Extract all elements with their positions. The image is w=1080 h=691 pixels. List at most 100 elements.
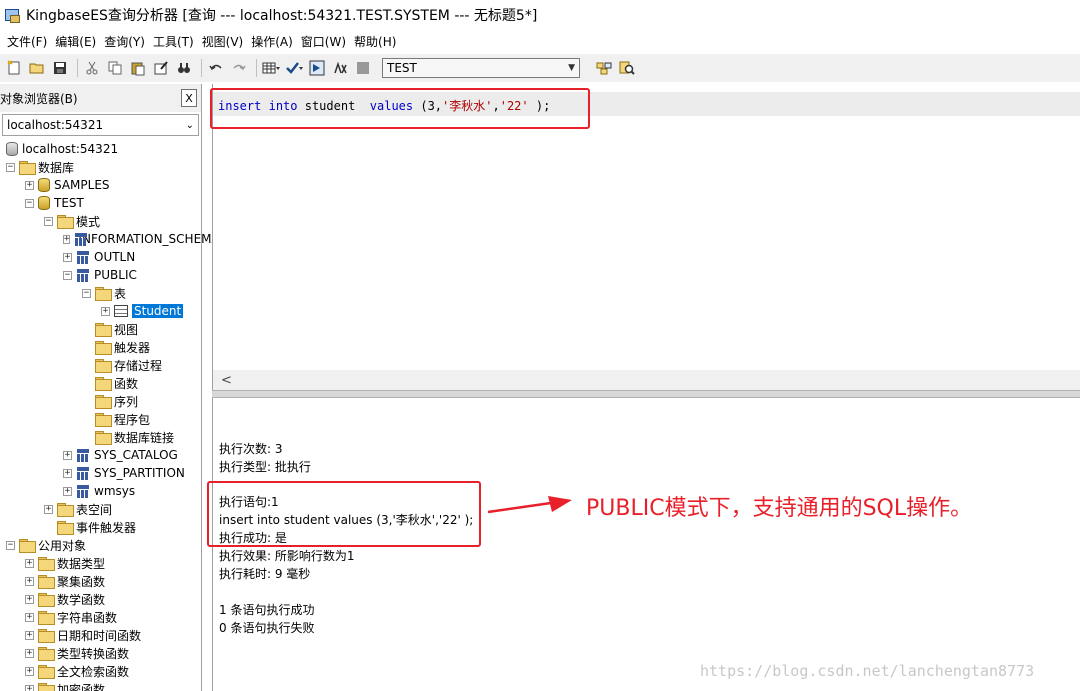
tree-item[interactable]: + 数学函数 bbox=[0, 590, 201, 608]
menu-action[interactable]: 操作(A) bbox=[247, 33, 297, 50]
tree-item[interactable]: + 日期和时间函数 bbox=[0, 626, 201, 644]
tree-item-label: 触发器 bbox=[114, 340, 151, 355]
schema-icon bbox=[76, 268, 90, 282]
menu-tools[interactable]: 工具(T) bbox=[149, 33, 198, 50]
check-icon[interactable] bbox=[284, 58, 304, 78]
tree-item[interactable]: 事件触发器 bbox=[0, 518, 201, 536]
tree-item[interactable]: 函数 bbox=[0, 374, 201, 392]
open-folder-icon[interactable] bbox=[27, 58, 47, 78]
tree-item[interactable]: 序列 bbox=[0, 392, 201, 410]
menu-file[interactable]: 文件(F) bbox=[3, 33, 51, 50]
editor-horizontal-scrollbar[interactable]: < bbox=[213, 370, 1080, 390]
menu-bar: 文件(F) 编辑(E) 查询(Y) 工具(T) 视图(V) 操作(A) 窗口(W… bbox=[0, 30, 1080, 52]
copy-icon[interactable] bbox=[105, 58, 125, 78]
redo-icon[interactable] bbox=[229, 58, 249, 78]
undo-icon[interactable] bbox=[206, 58, 226, 78]
menu-view[interactable]: 视图(V) bbox=[198, 33, 248, 50]
expand-icon[interactable]: + bbox=[25, 684, 34, 691]
tree-item[interactable]: + INFORMATION_SCHEMA bbox=[0, 230, 220, 248]
watermark: https://blog.csdn.net/lanchengtan8773 bbox=[700, 662, 1035, 680]
tree-item[interactable]: + 全文检索函数 bbox=[0, 662, 201, 680]
collapse-icon[interactable]: − bbox=[63, 270, 72, 280]
expand-icon[interactable]: + bbox=[25, 612, 34, 622]
execute-icon[interactable] bbox=[307, 58, 327, 78]
database-select[interactable]: TEST ▼ bbox=[382, 58, 580, 78]
expand-icon[interactable]: + bbox=[44, 504, 53, 514]
expand-icon[interactable]: + bbox=[63, 450, 72, 460]
collapse-icon[interactable]: − bbox=[25, 198, 34, 208]
tree-item[interactable]: 程序包 bbox=[0, 410, 201, 428]
scroll-left-icon[interactable]: < bbox=[221, 373, 232, 388]
paste-icon[interactable] bbox=[128, 58, 148, 78]
menu-query[interactable]: 查询(Y) bbox=[100, 33, 149, 50]
expand-icon[interactable]: + bbox=[25, 180, 34, 190]
tree-item[interactable]: − TEST bbox=[0, 194, 201, 212]
database-select-value: TEST bbox=[387, 61, 417, 75]
tree-item[interactable]: − 数据库 bbox=[0, 158, 201, 176]
find-icon[interactable] bbox=[174, 58, 194, 78]
pane-splitter[interactable] bbox=[212, 390, 1080, 398]
collapse-icon[interactable]: − bbox=[82, 288, 91, 298]
tree-item[interactable]: + 字符串函数 bbox=[0, 608, 201, 626]
tree-item[interactable]: + SYS_CATALOG bbox=[0, 446, 201, 464]
tree-item[interactable]: − 模式 bbox=[0, 212, 201, 230]
result-line: 1 条语句执行成功 bbox=[219, 603, 315, 617]
new-file-icon[interactable] bbox=[4, 58, 24, 78]
menu-edit[interactable]: 编辑(E) bbox=[51, 33, 100, 50]
toolbar-separator bbox=[256, 59, 257, 77]
folder-icon bbox=[95, 413, 112, 427]
tree-item[interactable]: + 聚集函数 bbox=[0, 572, 201, 590]
server-select[interactable]: localhost:54321 ⌄ bbox=[2, 114, 199, 136]
tree-item[interactable]: + OUTLN bbox=[0, 248, 201, 266]
stop-icon[interactable] bbox=[353, 58, 373, 78]
expand-icon[interactable]: + bbox=[25, 648, 34, 658]
expand-icon[interactable]: + bbox=[101, 306, 110, 316]
tree-item[interactable]: 存储过程 bbox=[0, 356, 201, 374]
tree-item[interactable]: − 公用对象 bbox=[0, 536, 201, 554]
expand-icon[interactable]: + bbox=[63, 486, 72, 496]
expand-icon[interactable]: + bbox=[25, 558, 34, 568]
object-browser-icon[interactable] bbox=[594, 58, 614, 78]
tree-item-label: 数据库链接 bbox=[114, 430, 175, 445]
tree-item[interactable]: − 表 bbox=[0, 284, 201, 302]
menu-window[interactable]: 窗口(W) bbox=[297, 33, 350, 50]
expand-icon[interactable]: + bbox=[63, 234, 71, 244]
expand-icon[interactable]: + bbox=[25, 594, 34, 604]
menu-help[interactable]: 帮助(H) bbox=[350, 33, 400, 50]
explain-icon[interactable] bbox=[330, 58, 350, 78]
tree-item[interactable]: + SAMPLES bbox=[0, 176, 201, 194]
grid-icon[interactable] bbox=[261, 58, 281, 78]
expand-icon[interactable]: + bbox=[63, 468, 72, 478]
expand-icon[interactable]: + bbox=[25, 630, 34, 640]
sql-editor[interactable]: insert into student values (3,'李秋水','22'… bbox=[212, 84, 1080, 390]
tree-item[interactable]: − PUBLIC bbox=[0, 266, 201, 284]
tree-item[interactable]: + 加密函数 bbox=[0, 680, 201, 691]
collapse-icon[interactable]: − bbox=[44, 216, 53, 226]
tree-item[interactable]: + 数据类型 bbox=[0, 554, 201, 572]
tree-item[interactable]: + Student bbox=[0, 302, 201, 320]
collapse-icon[interactable]: − bbox=[6, 540, 15, 550]
edit-icon[interactable] bbox=[151, 58, 171, 78]
search-object-icon[interactable] bbox=[617, 58, 637, 78]
tree-item[interactable]: + 类型转换函数 bbox=[0, 644, 201, 662]
cut-icon[interactable] bbox=[82, 58, 102, 78]
tree-item[interactable]: + SYS_PARTITION bbox=[0, 464, 201, 482]
tree-item[interactable]: + wmsys bbox=[0, 482, 201, 500]
tree-item-label: 序列 bbox=[114, 394, 139, 409]
save-icon[interactable] bbox=[50, 58, 70, 78]
tree-item[interactable]: 触发器 bbox=[0, 338, 201, 356]
tree-item[interactable]: 视图 bbox=[0, 320, 201, 338]
expand-icon[interactable]: + bbox=[25, 666, 34, 676]
collapse-icon[interactable]: − bbox=[6, 162, 15, 172]
tree-item-label: 模式 bbox=[76, 214, 101, 229]
schema-icon bbox=[76, 466, 90, 480]
toolbar-separator bbox=[201, 59, 202, 77]
tree-item[interactable]: 数据库链接 bbox=[0, 428, 201, 446]
expand-icon[interactable]: + bbox=[25, 576, 34, 586]
tree-item[interactable]: + 表空间 bbox=[0, 500, 201, 518]
tree-item-label: 表空间 bbox=[76, 502, 113, 517]
schema-icon bbox=[76, 448, 90, 462]
tree-item[interactable]: localhost:54321 bbox=[0, 140, 201, 158]
close-button[interactable]: X bbox=[181, 89, 197, 107]
expand-icon[interactable]: + bbox=[63, 252, 72, 262]
